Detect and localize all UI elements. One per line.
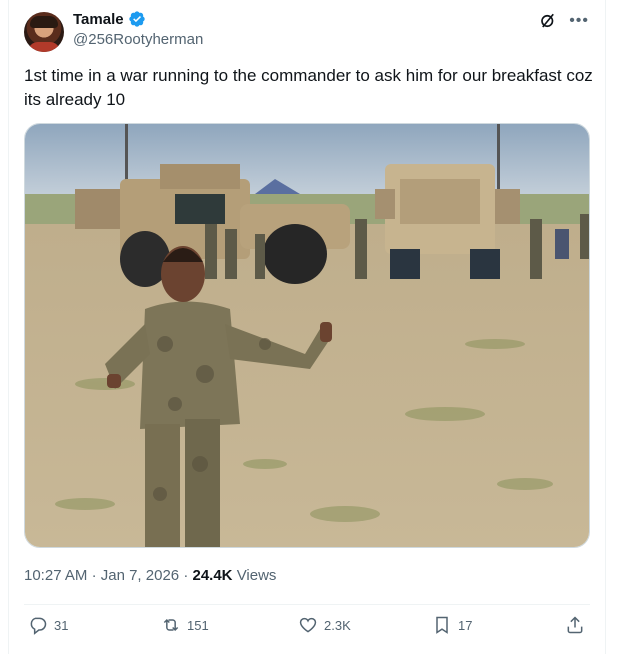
tweet-meta: 10:27 AM · Jan 7, 2026 · 24.4K Views bbox=[24, 567, 276, 584]
more-icon[interactable]: ••• bbox=[569, 12, 589, 30]
verified-badge-icon bbox=[128, 11, 145, 27]
photo-soldier-field bbox=[25, 124, 589, 547]
separator: · bbox=[91, 567, 97, 584]
heart-icon bbox=[299, 617, 317, 633]
views-count: 24.4K bbox=[192, 567, 233, 584]
avatar[interactable] bbox=[24, 12, 64, 52]
reply-icon bbox=[30, 617, 47, 635]
reply-count: 31 bbox=[54, 617, 69, 633]
repost-button[interactable]: 151 bbox=[161, 615, 209, 635]
separator: · bbox=[183, 567, 189, 584]
tweet-photo[interactable] bbox=[24, 123, 590, 548]
author-handle[interactable]: @256Rootyherman bbox=[73, 31, 203, 48]
repost-icon bbox=[163, 618, 179, 632]
views-label: Views bbox=[236, 567, 277, 584]
author-name-row[interactable]: Tamale bbox=[73, 10, 146, 28]
tweet-time[interactable]: 10:27 AM bbox=[24, 567, 87, 584]
like-button[interactable]: 2.3K bbox=[298, 615, 351, 635]
reply-button[interactable]: 31 bbox=[28, 615, 68, 635]
author-name[interactable]: Tamale bbox=[73, 11, 124, 28]
top-actions: ••• bbox=[539, 12, 589, 30]
like-count: 2.3K bbox=[324, 617, 351, 633]
divider bbox=[24, 604, 590, 605]
bookmark-icon bbox=[436, 616, 448, 634]
bookmark-button[interactable]: 17 bbox=[432, 615, 472, 635]
tweet-date[interactable]: Jan 7, 2026 bbox=[101, 567, 179, 584]
tweet-text: 1st time in a war running to the command… bbox=[24, 66, 593, 109]
action-bar: 31 151 2.3K 17 bbox=[28, 615, 588, 641]
share-button[interactable] bbox=[565, 615, 585, 635]
share-icon bbox=[567, 616, 583, 634]
repost-count: 151 bbox=[187, 617, 209, 633]
grok-icon[interactable] bbox=[539, 12, 557, 30]
bookmark-count: 17 bbox=[458, 617, 473, 633]
